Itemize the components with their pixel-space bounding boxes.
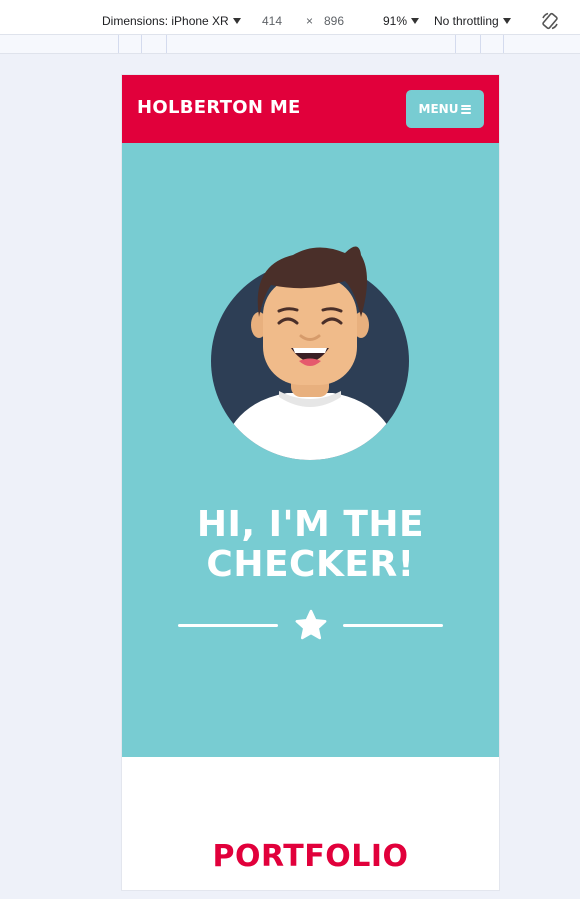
devtools-device-toolbar: Dimensions: iPhone XR 414 × 896 91% No t…	[0, 0, 580, 35]
ruler-mark	[141, 35, 142, 53]
hero-title-line1: HI, I'M THE	[196, 504, 425, 545]
site-header: HOLBERTON ME MENU	[122, 75, 499, 143]
hero-title-line2: CHECKER!	[206, 544, 415, 585]
ruler-mark	[166, 35, 167, 53]
star-divider	[178, 607, 443, 645]
ruler-mark	[503, 35, 504, 53]
device-viewport: HOLBERTON ME MENU HI, I'M THE CHECKER! P…	[122, 75, 499, 890]
chevron-down-icon	[411, 18, 420, 24]
chevron-down-icon	[232, 18, 241, 24]
menu-button[interactable]: MENU	[406, 90, 484, 128]
zoom-label: 91%	[383, 14, 408, 28]
menu-button-label: MENU	[418, 102, 459, 116]
throttling-select[interactable]: No throttling	[434, 13, 511, 29]
throttling-label: No throttling	[434, 14, 499, 28]
star-icon	[295, 609, 327, 640]
site-brand[interactable]: HOLBERTON ME	[137, 97, 301, 118]
hero-section: HI, I'M THE CHECKER!	[122, 143, 499, 757]
chevron-down-icon	[502, 18, 511, 24]
avatar-illustration	[211, 246, 409, 460]
ruler-mark	[455, 35, 456, 53]
rotate-device-icon[interactable]	[540, 11, 560, 31]
ruler-mark	[118, 35, 119, 53]
device-select-label: Dimensions: iPhone XR	[102, 14, 229, 28]
divider-line-left	[178, 624, 278, 627]
dimension-separator: ×	[306, 14, 314, 28]
hero-title: HI, I'M THE CHECKER!	[122, 505, 499, 585]
zoom-select[interactable]: 91%	[383, 13, 420, 29]
height-input[interactable]: 896	[324, 13, 344, 29]
hamburger-icon	[461, 104, 472, 114]
width-input[interactable]: 414	[262, 13, 282, 29]
divider-line-right	[343, 624, 443, 627]
ruler-mark	[480, 35, 481, 53]
device-ruler	[0, 35, 580, 54]
portfolio-heading: PORTFOLIO	[212, 839, 409, 874]
device-select[interactable]: Dimensions: iPhone XR	[102, 13, 241, 29]
